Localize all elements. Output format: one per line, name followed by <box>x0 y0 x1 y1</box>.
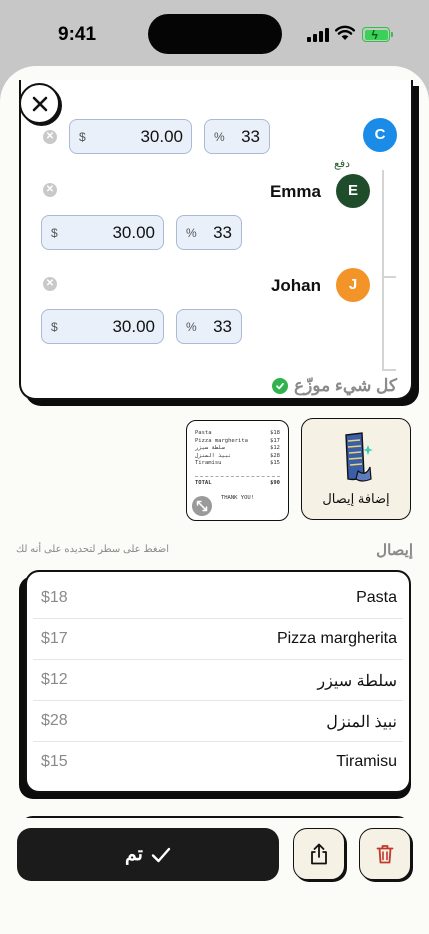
amount-value: 30.00 <box>140 127 183 146</box>
receipt-items-card: $18 Pasta $17 Pizza margherita $12 سلطة … <box>25 570 411 793</box>
amount-field[interactable]: $ 30.00 <box>69 119 192 154</box>
receipt-item-row[interactable]: $18 Pasta <box>33 578 403 619</box>
person-name: Emma <box>269 182 321 201</box>
split-card: ✕ $ 30.00 % 33 C دفع ✕ Emma E $ 30.00 % … <box>19 80 413 400</box>
avatar[interactable]: E <box>336 174 370 208</box>
percent-field[interactable]: % 33 <box>176 309 242 344</box>
currency-label: $ <box>51 320 58 334</box>
dynamic-island <box>148 14 282 54</box>
percent-value: 33 <box>241 127 260 146</box>
tree-connector <box>382 276 396 278</box>
status-bar: 9:41 ϟ <box>0 0 429 66</box>
share-icon <box>311 843 327 865</box>
amount-field[interactable]: $ 30.00 <box>41 309 164 344</box>
item-name: Pasta <box>356 589 397 606</box>
percent-field[interactable]: % 33 <box>176 215 242 250</box>
tree-connector <box>382 369 396 371</box>
close-button[interactable] <box>19 83 60 124</box>
item-name: Pizza margherita <box>276 630 397 647</box>
receipt-item-row[interactable]: $17 Pizza margherita <box>33 619 403 660</box>
amount-field[interactable]: $ 30.00 <box>41 215 164 250</box>
item-price: $28 <box>41 712 68 729</box>
status-time: 9:41 <box>58 24 97 45</box>
item-price: $17 <box>41 630 68 647</box>
avatar-initial: C <box>374 126 386 143</box>
add-receipt-label: إضافة إيصال <box>322 491 390 506</box>
thumb-line: Pasta $18 <box>195 430 280 436</box>
avatar-initial: J <box>348 276 358 293</box>
expand-icon <box>196 500 208 512</box>
remove-person-icon[interactable]: ✕ <box>43 183 57 197</box>
item-price: $12 <box>41 671 68 688</box>
share-button[interactable] <box>293 828 345 880</box>
percent-label: % <box>214 130 225 144</box>
section-title: إيصال <box>376 542 413 559</box>
item-name: Tiramisu <box>336 753 397 770</box>
currency-label: $ <box>79 130 86 144</box>
item-name: سلطة سيزر <box>317 673 397 690</box>
bill-split-sheet: ✕ $ 30.00 % 33 C دفع ✕ Emma E $ 30.00 % … <box>0 66 429 934</box>
percent-field[interactable]: % 33 <box>204 119 270 154</box>
close-icon <box>32 96 47 111</box>
amount-value: 30.00 <box>112 317 155 336</box>
receipt-item-row[interactable]: $15 Tiramisu <box>33 742 403 783</box>
receipt-scan-icon <box>345 432 373 482</box>
percent-label: % <box>186 226 197 240</box>
avatar[interactable]: C <box>363 118 397 152</box>
thumb-line: نبيذ المنزل $28 <box>195 452 280 459</box>
item-name: نبيذ المنزل <box>326 714 397 731</box>
receipt-item-row[interactable]: $12 سلطة سيزر <box>33 660 403 701</box>
battery-tip <box>391 32 393 37</box>
section-hint: اضغط على سطر لتحديده على أنه لك <box>16 544 170 555</box>
currency-label: $ <box>51 226 58 240</box>
cellular-signal-icon <box>307 28 329 42</box>
thumb-line: Tiramisu $15 <box>195 460 280 466</box>
remove-person-icon[interactable]: ✕ <box>43 277 57 291</box>
avatar[interactable]: J <box>336 268 370 302</box>
person-name: Johan <box>270 276 321 295</box>
thumb-total: TOTAL $90 <box>195 475 280 488</box>
check-circle-icon <box>271 378 288 394</box>
checkmark-icon <box>151 847 171 862</box>
trash-icon <box>376 845 394 864</box>
item-price: $18 <box>41 589 68 606</box>
delete-button[interactable] <box>359 828 411 880</box>
percent-label: % <box>186 320 197 334</box>
done-button[interactable]: تم <box>17 828 279 881</box>
avatar-initial: E <box>347 182 358 199</box>
receipt-item-row[interactable]: $28 نبيذ المنزل <box>33 701 403 742</box>
done-label: تم <box>125 844 143 865</box>
distributed-status: كل شيء موزّع <box>271 376 397 396</box>
distributed-label: كل شيء موزّع <box>293 376 397 395</box>
remove-person-icon[interactable]: ✕ <box>43 130 57 144</box>
thumb-line: سلطة سيزر $12 <box>195 445 280 451</box>
wifi-icon <box>335 25 355 40</box>
battery-charging-icon: ϟ <box>362 27 390 42</box>
tree-connector <box>382 170 384 370</box>
expand-button[interactable] <box>192 496 212 516</box>
thumb-line: Pizza margherita $17 <box>195 437 280 444</box>
add-receipt-button[interactable]: إضافة إيصال <box>301 418 411 520</box>
percent-value: 33 <box>213 317 232 336</box>
payer-tag: دفع <box>334 158 351 170</box>
amount-value: 30.00 <box>112 223 155 242</box>
receipt-thumbnail[interactable]: Pasta $18 Pizza margherita $17 سلطة سيزر $1… <box>186 420 289 521</box>
item-price: $15 <box>41 753 68 770</box>
percent-value: 33 <box>213 223 232 242</box>
